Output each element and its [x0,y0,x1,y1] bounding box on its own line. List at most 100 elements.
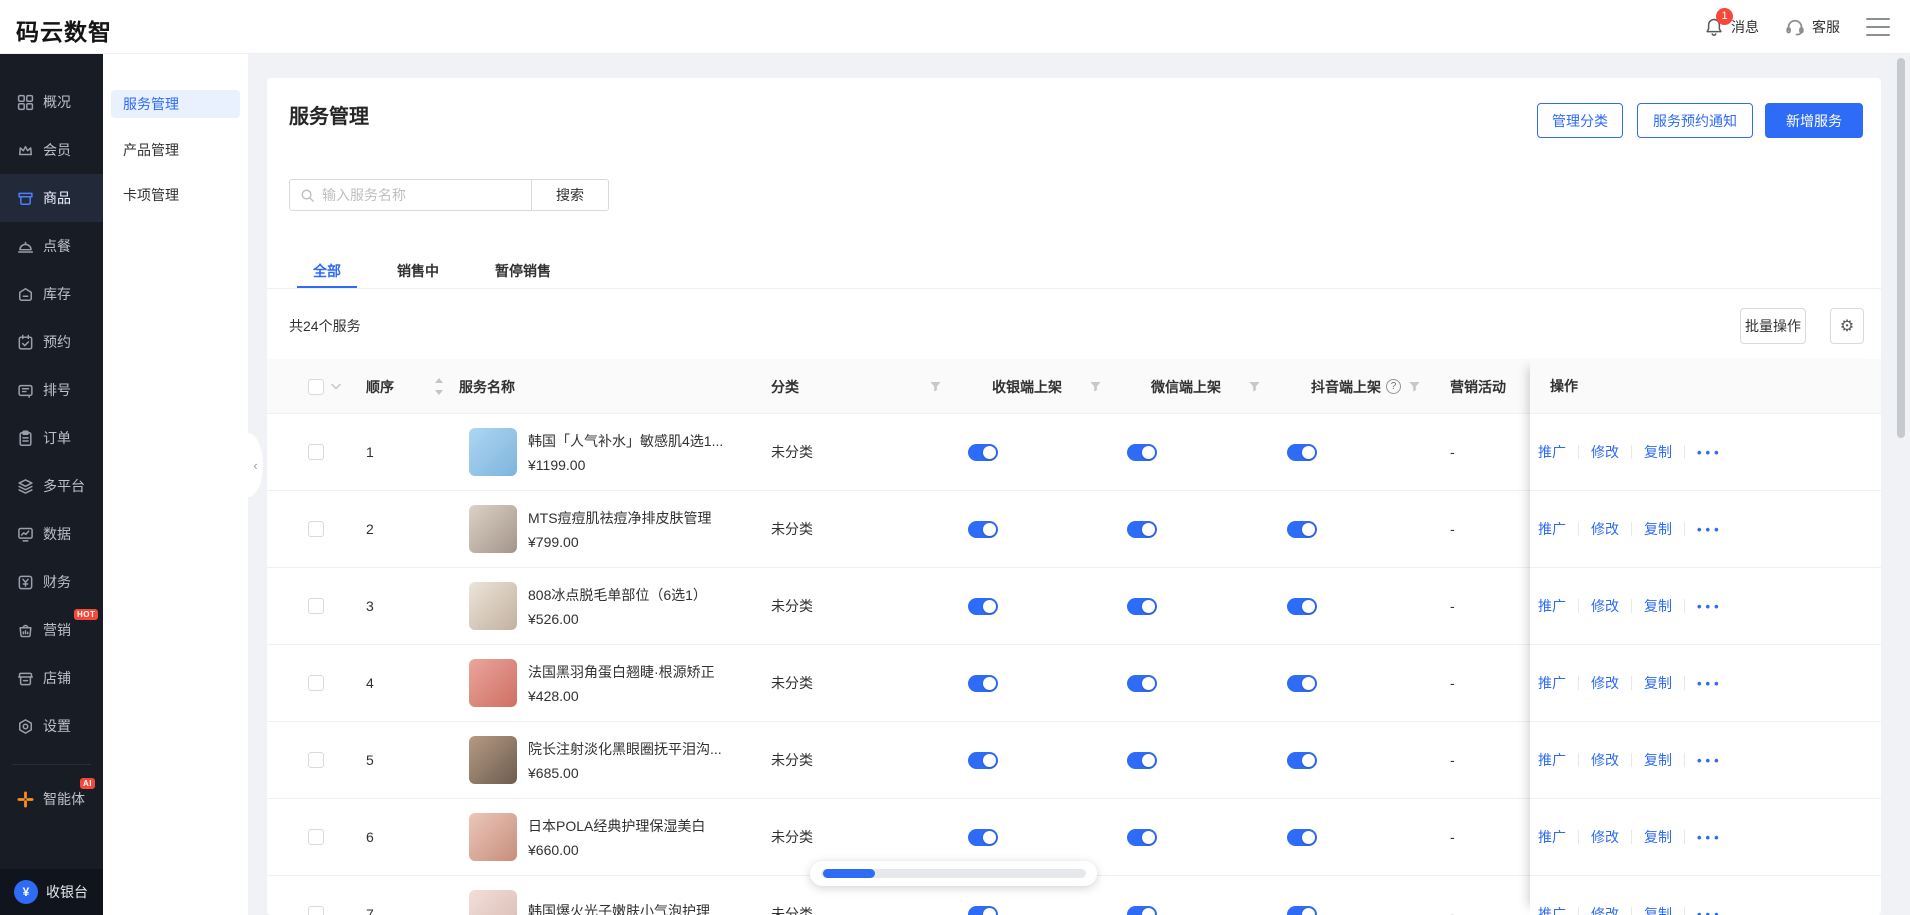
row-checkbox[interactable] [308,675,324,691]
edit-link[interactable]: 修改 [1591,750,1619,770]
promote-link[interactable]: 推广 [1538,673,1566,693]
hscroll-track[interactable] [821,869,1086,878]
menu-icon[interactable] [1866,12,1890,41]
promote-link[interactable]: 推广 [1538,827,1566,847]
edit-link[interactable]: 修改 [1591,904,1619,915]
wechat-toggle[interactable] [1127,828,1157,846]
douyin-toggle[interactable] [1287,597,1317,615]
douyin-toggle[interactable] [1287,751,1317,769]
cashier-toggle[interactable] [968,520,998,538]
sidebar-item-overview[interactable]: 概况 [0,78,103,126]
search-input[interactable]: 输入服务名称 [289,179,531,211]
promote-link[interactable]: 推广 [1538,596,1566,616]
douyin-toggle[interactable] [1287,905,1317,915]
wechat-filter-icon[interactable] [1249,359,1260,414]
sidebar-item-members[interactable]: 会员 [0,126,103,174]
messages-menu[interactable]: 1 消息 [1704,8,1759,37]
douyin-toggle[interactable] [1287,443,1317,461]
vertical-scrollbar-thumb[interactable] [1897,58,1905,438]
sidebar-collapse-handle[interactable]: ‹ [248,433,263,497]
sidebar-item-booking[interactable]: 预约 [0,318,103,366]
sidebar-item-data[interactable]: 数据 [0,510,103,558]
cashier-toggle[interactable] [968,674,998,692]
category-filter-icon[interactable] [930,359,941,414]
wechat-toggle[interactable] [1127,751,1157,769]
more-actions-icon[interactable]: ••• [1697,907,1723,915]
sidebar-item-orders[interactable]: 订单 [0,414,103,462]
cashier-toggle[interactable] [968,828,998,846]
select-all-checkbox[interactable] [308,378,324,395]
table-settings-button[interactable]: ⚙ [1830,308,1864,344]
row-checkbox[interactable] [308,444,324,460]
cashier-toggle[interactable] [968,443,998,461]
douyin-filter-icon[interactable] [1409,359,1420,414]
promote-link[interactable]: 推广 [1538,519,1566,539]
bulk-action-button[interactable]: 批量操作 [1740,308,1806,344]
wechat-toggle[interactable] [1127,443,1157,461]
edit-link[interactable]: 修改 [1591,596,1619,616]
sidebar-item-finance[interactable]: 财务 [0,558,103,606]
copy-link[interactable]: 复制 [1644,750,1672,770]
row-checkbox[interactable] [308,598,324,614]
more-actions-icon[interactable]: ••• [1697,445,1723,460]
select-menu-chevron-icon[interactable] [331,359,341,414]
sidebar-item-dining[interactable]: 点餐 [0,222,103,270]
cashier-toggle[interactable] [968,905,998,915]
hscroll-thumb[interactable] [823,869,875,878]
promote-link[interactable]: 推广 [1538,442,1566,462]
sidebar-item-marketing[interactable]: 营销 HOT [0,606,103,654]
copy-link[interactable]: 复制 [1644,673,1672,693]
sidebar-item-multiplatform[interactable]: 多平台 [0,462,103,510]
submenu-item-service[interactable]: 服务管理 [111,90,240,118]
sidebar-item-inventory[interactable]: 库存 [0,270,103,318]
cashier-filter-icon[interactable] [1090,359,1101,414]
edit-link[interactable]: 修改 [1591,673,1619,693]
row-checkbox[interactable] [308,906,324,915]
tab-paused[interactable]: 暂停销售 [479,256,567,287]
sort-control[interactable] [435,359,443,414]
copy-link[interactable]: 复制 [1644,596,1672,616]
copy-link[interactable]: 复制 [1644,827,1672,847]
cashier-toggle[interactable] [968,751,998,769]
sidebar-item-queue[interactable]: 排号 [0,366,103,414]
cashier-entry[interactable]: ¥ 收银台 [0,869,103,915]
sidebar-item-ai-agent[interactable]: 智能体 AI [0,775,103,823]
submenu-item-product[interactable]: 产品管理 [111,136,240,164]
more-actions-icon[interactable]: ••• [1697,676,1723,691]
promote-link[interactable]: 推广 [1538,904,1566,915]
horizontal-scrollbar[interactable] [810,861,1097,886]
submenu-item-card[interactable]: 卡项管理 [111,181,240,209]
cashier-toggle[interactable] [968,597,998,615]
douyin-toggle[interactable] [1287,520,1317,538]
service-booking-notify-button[interactable]: 服务预约通知 [1637,103,1753,138]
sort-asc-icon[interactable] [435,377,443,383]
copy-link[interactable]: 复制 [1644,519,1672,539]
edit-link[interactable]: 修改 [1591,827,1619,847]
promote-link[interactable]: 推广 [1538,750,1566,770]
more-actions-icon[interactable]: ••• [1697,599,1723,614]
wechat-toggle[interactable] [1127,674,1157,692]
douyin-toggle[interactable] [1287,674,1317,692]
wechat-toggle[interactable] [1127,597,1157,615]
more-actions-icon[interactable]: ••• [1697,753,1723,768]
edit-link[interactable]: 修改 [1591,442,1619,462]
sort-desc-icon[interactable] [435,390,443,396]
tab-on-sale[interactable]: 销售中 [381,256,455,287]
douyin-toggle[interactable] [1287,828,1317,846]
support-menu[interactable]: 客服 [1785,17,1840,37]
sidebar-item-settings[interactable]: 设置 [0,702,103,750]
row-checkbox[interactable] [308,752,324,768]
wechat-toggle[interactable] [1127,520,1157,538]
manage-category-button[interactable]: 管理分类 [1537,103,1623,138]
sidebar-item-shop[interactable]: 店铺 [0,654,103,702]
copy-link[interactable]: 复制 [1644,442,1672,462]
more-actions-icon[interactable]: ••• [1697,830,1723,845]
row-checkbox[interactable] [308,829,324,845]
search-button[interactable]: 搜索 [531,179,609,211]
more-actions-icon[interactable]: ••• [1697,522,1723,537]
help-icon[interactable]: ? [1386,379,1401,394]
tab-all[interactable]: 全部 [297,256,357,288]
wechat-toggle[interactable] [1127,905,1157,915]
sidebar-item-goods[interactable]: 商品 [0,174,103,222]
copy-link[interactable]: 复制 [1644,904,1672,915]
